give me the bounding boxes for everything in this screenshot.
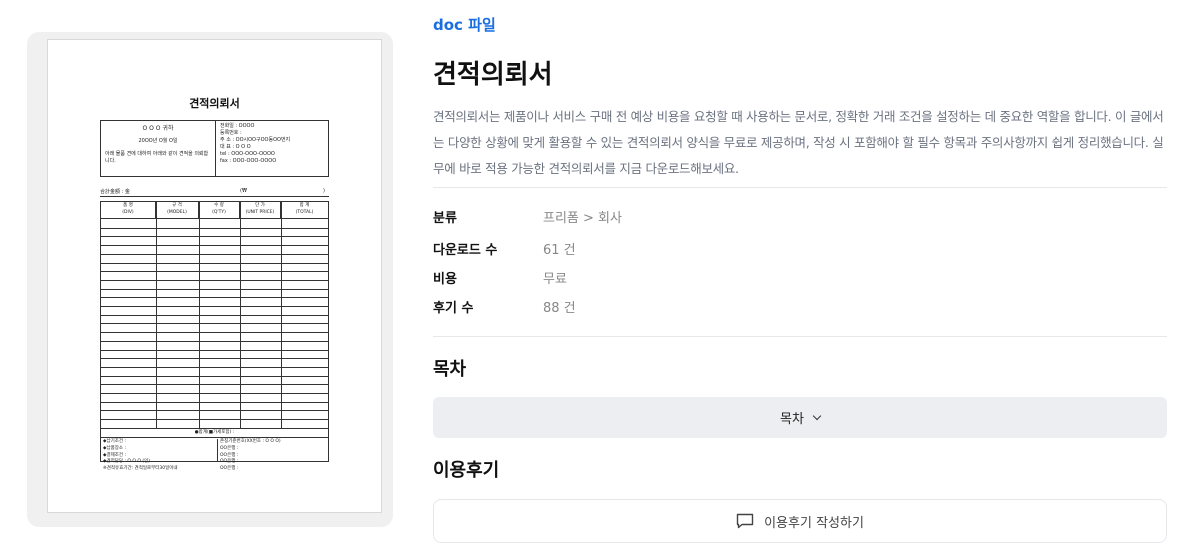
preview-sum-label: 合計金額 : 金 [100, 189, 130, 195]
preview-recipient: O O O 귀하 [142, 125, 174, 132]
preview-table-row-line [101, 419, 328, 420]
reviews-section-title: 이용후기 [433, 460, 500, 481]
preview-table-row-line [101, 384, 328, 385]
preview-table-row-line [101, 428, 328, 429]
preview-supplier-line: 대 표 : O O O [220, 144, 251, 150]
preview-supplier-line: 등록번호 : [220, 130, 242, 136]
preview-items-table: 품 명 (DIV) 규 격 (MODEL) 수 량 (Q'TY) 단 가 (UNIT P… [100, 201, 329, 471]
document-description: 견적의뢰서는 제품이나 서비스 구매 전 예상 비용을 요청할 때 사용하는 문… [433, 109, 1164, 176]
preview-request-text: 아래 물품 견에 대하여 아래와 같이 견적을 의뢰합니다. [105, 151, 209, 165]
preview-table-row-line [101, 358, 328, 359]
write-review-button[interactable]: 이용후기 작성하기 [433, 499, 1167, 543]
document-preview-page: 견적의뢰서 O O O 귀하 20OO년 O월 O일 아래 물품 견에 대하여 … [47, 39, 382, 513]
preview-total-amount-line: 合計金額 : 金 (₩ ) [100, 188, 329, 197]
info-label: 비용 [433, 272, 457, 287]
preview-col-header: 수 량 (Q'TY) [199, 202, 240, 219]
page-title: 견적의뢰서 [433, 60, 553, 90]
preview-table-row-line [101, 236, 328, 237]
preview-table-row-line [101, 306, 328, 307]
preview-supplier-line: tel : OOO-OOO-OOOO [220, 151, 275, 157]
preview-supplier-line: 주 소 : OO시OO구OO동OO번지 [220, 137, 291, 143]
preview-date: 20OO년 O월 O일 [138, 138, 178, 145]
preview-table-row-line [101, 228, 328, 229]
preview-table-row-line [101, 367, 328, 368]
toc-toggle-button[interactable]: 목차 [433, 397, 1167, 438]
info-label: 후기 수 [433, 301, 474, 316]
document-preview-card: 견적의뢰서 O O O 귀하 20OO년 O월 O일 아래 물품 견에 대하여 … [27, 32, 393, 527]
preview-table-row-line [101, 332, 328, 333]
write-review-label: 이용후기 작성하기 [764, 515, 864, 531]
preview-table-row-line [101, 350, 328, 351]
info-value: 프리폼 > 회사 [543, 211, 622, 226]
preview-doc-title: 견적의뢰서 [189, 97, 240, 110]
preview-table-row-line [101, 410, 328, 411]
preview-terms-right: 존칭기준번호(XX번호 : O O O) OO은행 : OO은행 : OO은행 … [217, 439, 326, 471]
info-value: 61 건 [543, 243, 576, 258]
divider [433, 187, 1167, 188]
toc-section-title: 목차 [433, 359, 467, 380]
preview-col-header: 품 명 (DIV) [101, 202, 156, 219]
info-label: 다운로드 수 [433, 243, 498, 258]
preview-terms-block: ◆납기조건 : ◆납품장소 : ◆결제조건 : ◆견적담당 : O O O (인… [101, 437, 328, 471]
info-value: 88 건 [543, 301, 576, 316]
preview-table-row-line [101, 271, 328, 272]
preview-recipient-block: O O O 귀하 20OO년 O월 O일 아래 물품 견에 대하여 아래와 같이… [101, 121, 216, 176]
preview-header-box: O O O 귀하 20OO년 O월 O일 아래 물품 견에 대하여 아래와 같이… [100, 120, 329, 177]
info-value: 무료 [543, 272, 567, 287]
preview-sum-paren: ) [323, 188, 325, 194]
toc-button-label: 목차 [780, 412, 804, 427]
preview-terms-left: ◆납기조건 : ◆납품장소 : ◆결제조건 : ◆견적담당 : O O O (인… [103, 439, 178, 471]
comment-icon [736, 513, 754, 529]
info-label: 분류 [433, 211, 457, 226]
preview-table-row-line [101, 376, 328, 377]
preview-supplier-line: fax : OOO-OOO-OOOO [220, 158, 277, 164]
preview-sum-won: (₩ [240, 188, 247, 194]
preview-table-row-line [101, 323, 328, 324]
preview-table-row-line [101, 245, 328, 246]
preview-table-row-line [101, 402, 328, 403]
preview-table-row-line [101, 315, 328, 316]
preview-supplier-block: 전화일 : OOOO 등록번호 : 주 소 : OO시OO구OO동OO번지 대 … [217, 121, 328, 176]
preview-table-row-line [101, 254, 328, 255]
preview-col-header: 단 가 (UNIT PRICE) [240, 202, 281, 219]
preview-supplier-line: 전화일 : OOOO [220, 123, 255, 129]
preview-col-header: 규 격 (MODEL) [156, 202, 199, 219]
preview-table-row-line [101, 393, 328, 394]
preview-total-row: ●합계(■가세포함) : [101, 428, 328, 437]
preview-table-row-line [101, 297, 328, 298]
divider [433, 336, 1167, 337]
file-type-label: doc 파일 [433, 16, 496, 34]
preview-table-row-line [101, 280, 328, 281]
preview-table-row-line [101, 289, 328, 290]
preview-table-row-line [101, 263, 328, 264]
chevron-down-icon [812, 411, 822, 420]
preview-table-row-line [101, 341, 328, 342]
preview-table-header: 품 명 (DIV) 규 격 (MODEL) 수 량 (Q'TY) 단 가 (UNIT P… [101, 202, 328, 219]
preview-col-header: 합 계 (TOTAL) [295, 203, 314, 215]
